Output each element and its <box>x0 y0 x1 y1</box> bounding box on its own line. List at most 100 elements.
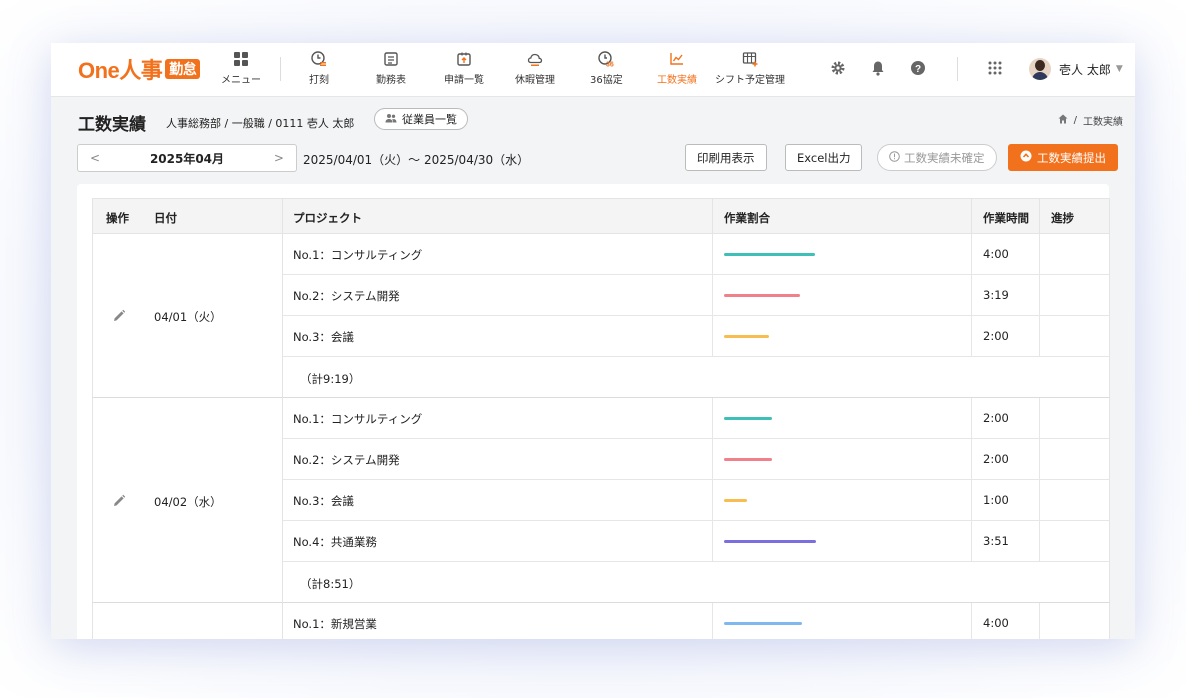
nav-timesheet[interactable]: 勤務表 <box>376 51 406 91</box>
table-row[interactable]: No.1：新規営業 4:00 <box>282 603 1110 639</box>
column-divider <box>971 275 972 316</box>
work-hours-value: 4:00 <box>983 247 1009 261</box>
date-cell: 04/02（水） <box>154 494 222 509</box>
app-window: One人事 勤怠 メニュー 打刻 勤務表 申請一覧 休暇管理 36 36協定 工… <box>51 43 1135 639</box>
work-hours-value: 4:00 <box>983 616 1009 630</box>
month-selector: < 2025年04月 > <box>77 144 297 172</box>
header-action: 操作 <box>106 211 129 225</box>
header-divider <box>1039 199 1040 235</box>
table-row[interactable]: No.1：コンサルティング 2:00 <box>282 398 1110 439</box>
nav-shift-label: シフト予定管理 <box>715 75 785 86</box>
home-icon[interactable] <box>1058 114 1068 127</box>
nav-application-list[interactable]: 申請一覧 <box>444 51 484 91</box>
breadcrumb: / 工数実績 <box>1058 113 1123 128</box>
page-title: 工数実績 <box>78 115 146 135</box>
table-row[interactable]: No.2：システム開発 2:00 <box>282 439 1110 480</box>
work-ratio-bar <box>724 499 747 502</box>
employee-info: 人事総務部 / 一般職 / 0111 壱人 太郎 <box>166 117 355 130</box>
excel-export-button[interactable]: Excel出力 <box>785 144 863 171</box>
column-divider <box>1039 316 1040 357</box>
column-divider <box>1039 234 1040 275</box>
user-menu[interactable]: 壱人 太郎 ▼ <box>1029 55 1123 83</box>
nav-menu[interactable]: メニュー <box>221 51 261 91</box>
nav-agreement-36-label: 36協定 <box>590 75 623 86</box>
nav-stamp[interactable]: 打刻 <box>309 51 329 91</box>
print-view-button[interactable]: 印刷用表示 <box>685 144 767 171</box>
upload-circle-icon <box>1020 150 1032 165</box>
chevron-down-icon: ▼ <box>1115 64 1123 74</box>
svg-text:36: 36 <box>606 62 614 68</box>
day-total-row: （計8:51） <box>282 562 1110 603</box>
column-divider <box>1039 439 1040 480</box>
employee-list-button[interactable]: 従業員一覧 <box>374 108 468 130</box>
project-name: No.3：会議 <box>293 330 354 344</box>
header-project: プロジェクト <box>293 211 362 225</box>
table-header: 操作 日付 プロジェクト 作業割合 作業時間 進捗 <box>92 198 1110 235</box>
header-divider <box>712 199 713 235</box>
column-divider <box>712 439 713 480</box>
nav-agreement-36[interactable]: 36 36協定 <box>590 51 623 91</box>
work-hours-value: 1:00 <box>983 493 1009 507</box>
day-total-row: （計9:19） <box>282 357 1110 398</box>
leave-cloud-icon <box>527 51 543 67</box>
project-name: No.2：システム開発 <box>293 453 400 467</box>
nav-shift[interactable]: シフト予定管理 <box>715 51 785 91</box>
info-icon <box>889 150 900 165</box>
table-row[interactable]: No.1：コンサルティング 4:00 <box>282 234 1110 275</box>
status-badge: 工数実績未確定 <box>877 144 997 171</box>
column-divider <box>1039 480 1040 521</box>
submit-work-hours-button[interactable]: 工数実績提出 <box>1008 144 1118 171</box>
submit-label: 工数実績提出 <box>1037 150 1106 165</box>
header-hours: 作業時間 <box>983 211 1029 225</box>
work-hours-value: 2:00 <box>983 411 1009 425</box>
nav-work-hours[interactable]: 工数実績 <box>657 51 697 91</box>
application-list-icon <box>456 51 472 67</box>
column-divider <box>1039 521 1040 562</box>
clock-stamp-icon <box>311 51 327 67</box>
top-header: One人事 勤怠 メニュー 打刻 勤務表 申請一覧 休暇管理 36 36協定 工… <box>51 43 1135 97</box>
column-divider <box>1039 603 1040 639</box>
work-hours-value: 3:51 <box>983 534 1009 548</box>
svg-text:?: ? <box>915 64 921 75</box>
column-divider <box>971 398 972 439</box>
project-name: No.3：会議 <box>293 494 354 508</box>
work-hours-card: 操作 日付 プロジェクト 作業割合 作業時間 進捗 04/01（火） No.1：コ… <box>77 184 1110 639</box>
nav-timesheet-label: 勤務表 <box>376 75 406 86</box>
day-group: 04/01（火） No.1：コンサルティング 4:00 No.2：システム開発 3:19… <box>92 234 1110 398</box>
bell-icon[interactable] <box>869 59 887 77</box>
table-row[interactable]: No.3：会議 1:00 <box>282 480 1110 521</box>
apps-grid-icon[interactable] <box>986 59 1004 77</box>
column-divider <box>712 275 713 316</box>
app-logo[interactable]: One人事 勤怠 <box>78 57 201 83</box>
table-row[interactable]: No.2：システム開発 3:19 <box>282 275 1110 316</box>
logo-badge: 勤怠 <box>165 59 201 79</box>
work-ratio-bar <box>724 458 772 461</box>
work-ratio-bar <box>724 335 769 338</box>
help-icon[interactable]: ? <box>909 59 927 77</box>
pencil-edit-icon[interactable] <box>112 309 126 323</box>
column-divider <box>712 316 713 357</box>
month-label[interactable]: 2025年04月 <box>150 150 224 167</box>
column-divider <box>971 603 972 639</box>
day-group: 04/02（水） No.1：コンサルティング 2:00 No.2：システム開発 2:00… <box>92 398 1110 603</box>
people-icon <box>385 113 397 126</box>
nav-stamp-label: 打刻 <box>309 75 329 86</box>
work-hours-value: 3:19 <box>983 288 1009 302</box>
avatar <box>1029 58 1051 80</box>
project-name: No.2：システム開発 <box>293 289 400 303</box>
gear-icon[interactable] <box>829 59 847 77</box>
table-row[interactable]: No.3：会議 2:00 <box>282 316 1110 357</box>
nav-leave[interactable]: 休暇管理 <box>515 51 555 91</box>
header-ratio: 作業割合 <box>724 211 770 225</box>
prev-month-button[interactable]: < <box>90 151 100 165</box>
pencil-edit-icon[interactable] <box>112 494 126 508</box>
column-divider <box>712 398 713 439</box>
logo-text: One人事 <box>78 58 163 83</box>
column-divider <box>712 521 713 562</box>
date-cell: 04/01（火） <box>154 310 222 324</box>
day-group: No.1：新規営業 4:00 <box>92 603 1110 639</box>
table-row[interactable]: No.4：共通業務 3:51 <box>282 521 1110 562</box>
nav-divider <box>280 57 281 81</box>
header-divider <box>971 199 972 235</box>
next-month-button[interactable]: > <box>274 151 284 165</box>
